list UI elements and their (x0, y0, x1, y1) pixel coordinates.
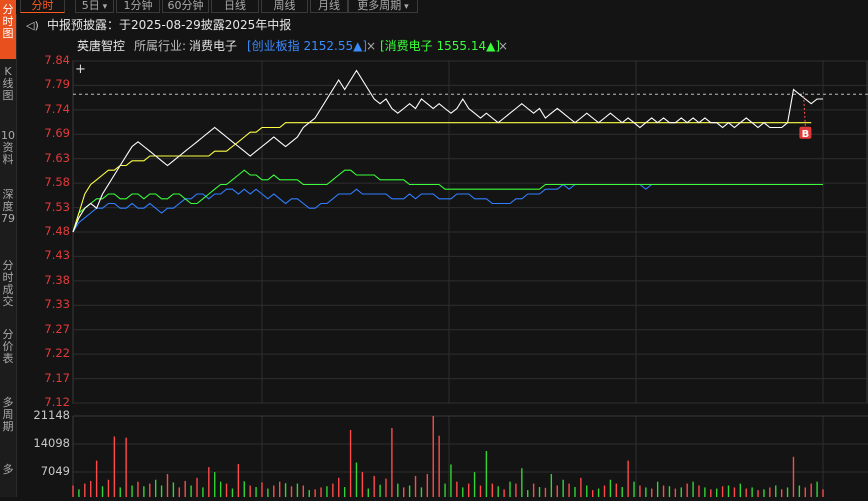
tab-3[interactable]: 60分钟 (162, 0, 209, 13)
tab-2[interactable]: 1分钟 (116, 0, 160, 13)
index1-badge[interactable]: [创业板指 2152.55▲] (247, 37, 367, 55)
industry-name[interactable]: 消费电子 (189, 37, 237, 55)
sidebar-item-3[interactable]: 深度79 (0, 185, 16, 253)
tab-5[interactable]: 周线 (261, 0, 308, 13)
tab-label: 5日 (81, 0, 100, 12)
y-tick-label: 7.17 (44, 370, 70, 385)
index1-close-icon[interactable]: × (366, 37, 376, 55)
y-tick-label: 7.22 (44, 346, 70, 361)
y-tick-label: 7.79 (44, 77, 70, 92)
sidebar-item-0[interactable]: 分时图 (0, 0, 16, 59)
period-tabbar: 分时 5日 ▾ 1分钟 60分钟 日线 周线 月线 更多周期 ▾ (16, 0, 868, 14)
tab-label: 60分钟 (167, 0, 204, 12)
index2-badge[interactable]: [消费电子 1555.14▲] (380, 37, 500, 55)
stock-info-bar: 英唐智控 所属行业: 消费电子 [创业板指 2152.55▲] × [消费电子 … (16, 37, 868, 55)
y-tick-label: 7.69 (44, 126, 70, 141)
tab-label: 周线 (273, 0, 296, 12)
y-tick-label: 7.38 (44, 272, 70, 287)
tab-label: 更多周期 (357, 0, 402, 12)
marker-connector (802, 91, 806, 127)
volume-tick-label: 7049 (40, 464, 70, 478)
notice-bar: ◁) 中报预披露：于2025-08-29披露2025年中报 (16, 15, 868, 36)
y-tick-label: 7.43 (44, 248, 70, 263)
tab-label: 1分钟 (123, 0, 153, 12)
sidebar-item-5[interactable]: 分价表 (0, 325, 16, 391)
y-tick-label: 7.27 (44, 321, 70, 336)
stock-name[interactable]: 英唐智控 (77, 37, 125, 55)
chevron-down-icon: ▾ (99, 2, 108, 12)
speaker-icon: ◁) (26, 19, 39, 32)
notice-text[interactable]: 中报预披露：于2025-08-29披露2025年中报 (47, 15, 291, 36)
index2-close-icon[interactable]: × (498, 37, 508, 55)
volume-tick-label: 21148 (33, 408, 70, 422)
sidebar-item-7[interactable]: 多 (0, 460, 16, 501)
sidebar-item-2[interactable]: 10资料 (0, 126, 16, 186)
tab-4[interactable]: 日线 (211, 0, 259, 13)
series-line-index1 (72, 183, 823, 233)
intraday-chart[interactable]: +B (0, 0, 868, 497)
tab-label: 月线 (318, 0, 340, 12)
price-panel-frame (72, 60, 868, 404)
crosshair-plus-icon: + (75, 62, 86, 77)
y-tick-label: 7.12 (44, 395, 70, 409)
chevron-down-icon: ▾ (401, 2, 409, 12)
buy-marker-label: B (802, 129, 810, 140)
sidebar-item-6[interactable]: 多周期 (0, 393, 16, 457)
y-tick-label: 7.33 (44, 297, 70, 312)
series-line-price (72, 69, 823, 233)
sidebar-item-1[interactable]: K线图 (0, 62, 16, 126)
y-tick-label: 7.58 (44, 175, 70, 190)
y-tick-label: 7.74 (44, 101, 70, 116)
sidebar-item-4[interactable]: 分时成交 (0, 256, 16, 322)
industry-label: 所属行业: (134, 39, 187, 53)
tab-0[interactable]: 分时 (20, 0, 65, 13)
tab-6[interactable]: 月线 (310, 0, 348, 13)
y-tick-label: 7.48 (44, 224, 70, 238)
volume-tick-label: 14098 (33, 436, 70, 450)
y-tick-label: 7.63 (44, 150, 70, 165)
buy-marker (799, 126, 812, 139)
y-tick-label: 7.53 (44, 199, 70, 214)
tab-7[interactable]: 更多周期 ▾ (348, 0, 418, 13)
tab-1[interactable]: 5日 ▾ (75, 0, 114, 13)
series-line-avg (72, 122, 812, 233)
tab-label: 日线 (224, 0, 246, 12)
y-tick-label: 7.84 (44, 53, 70, 67)
left-sidebar: 分时图 K线图 10资料 深度79 分时成交 分价表 多周期多 (0, 0, 17, 497)
series-line-index2 (72, 169, 823, 233)
tab-label: 分时 (31, 0, 54, 12)
